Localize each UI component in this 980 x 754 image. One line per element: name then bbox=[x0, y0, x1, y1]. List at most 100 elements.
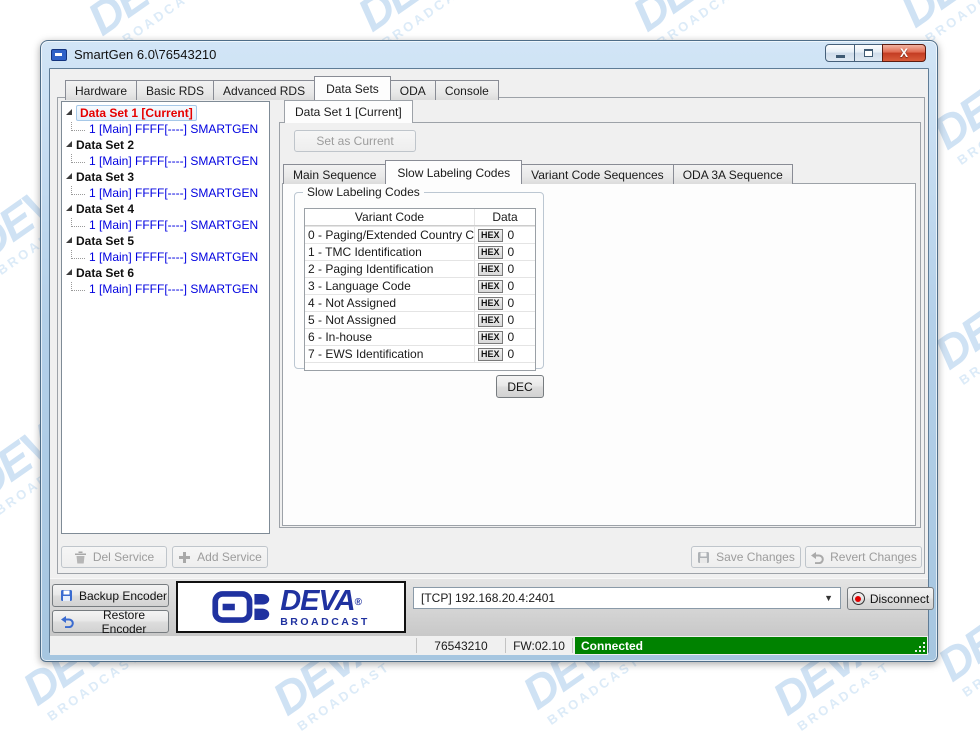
tab-oda-3a-sequence[interactable]: ODA 3A Sequence bbox=[673, 164, 793, 184]
tab-oda[interactable]: ODA bbox=[390, 80, 436, 100]
del-service-button[interactable]: Del Service bbox=[61, 546, 167, 568]
tab-slow-labeling-codes[interactable]: Slow Labeling Codes bbox=[385, 160, 522, 184]
data-value[interactable]: 0 bbox=[508, 245, 515, 259]
tab-hardware[interactable]: Hardware bbox=[65, 80, 137, 100]
tree-expander-icon[interactable] bbox=[66, 109, 72, 115]
tab-console[interactable]: Console bbox=[435, 80, 499, 100]
tree-item-dataset-6[interactable]: Data Set 6 bbox=[62, 265, 269, 281]
hex-toggle-button[interactable]: HEX bbox=[478, 229, 503, 242]
tree-item-service[interactable]: 1 [Main] FFFF[----] SMARTGEN bbox=[62, 153, 269, 169]
variant-code-header: Variant Code bbox=[305, 209, 475, 225]
del-service-label: Del Service bbox=[93, 550, 154, 564]
data-value[interactable]: 0 bbox=[508, 279, 515, 293]
maximize-button[interactable] bbox=[854, 44, 883, 62]
sequence-tab-strip: Main Sequence Slow Labeling Codes Varian… bbox=[284, 160, 793, 184]
tree-item-service[interactable]: 1 [Main] FFFF[----] SMARTGEN bbox=[62, 249, 269, 265]
disconnect-button[interactable]: Disconnect bbox=[847, 587, 934, 610]
tree-item-service[interactable]: 1 [Main] FFFF[----] SMARTGEN bbox=[62, 281, 269, 297]
connection-select[interactable]: [TCP] 192.168.20.4:2401 ▼ bbox=[413, 587, 841, 609]
client-area: Hardware Basic RDS Advanced RDS Data Set… bbox=[49, 68, 929, 653]
restore-encoder-button[interactable]: Restore Encoder bbox=[52, 610, 169, 633]
tab-advanced-rds[interactable]: Advanced RDS bbox=[213, 80, 315, 100]
tree-item-dataset-5[interactable]: Data Set 5 bbox=[62, 233, 269, 249]
table-header-row: Variant Code Data bbox=[305, 209, 535, 226]
hex-toggle-button[interactable]: HEX bbox=[478, 246, 503, 259]
table-row: 5 - Not Assigned HEX 0 bbox=[305, 311, 535, 328]
tree-item-service[interactable]: 1 [Main] FFFF[----] SMARTGEN bbox=[62, 217, 269, 233]
slow-labeling-page: Slow Labeling Codes Variant Code Data 0 … bbox=[282, 183, 916, 526]
tab-main-sequence[interactable]: Main Sequence bbox=[283, 164, 386, 184]
logo-deva-text: DEVA bbox=[280, 585, 354, 617]
table-row: 6 - In-house HEX 0 bbox=[305, 328, 535, 345]
data-cell: HEX 0 bbox=[475, 346, 535, 362]
set-as-current-button[interactable]: Set as Current bbox=[294, 130, 416, 152]
minimize-button[interactable] bbox=[825, 44, 855, 62]
hex-toggle-button[interactable]: HEX bbox=[478, 348, 503, 361]
tree-item-service[interactable]: 1 [Main] FFFF[----] SMARTGEN bbox=[62, 185, 269, 201]
add-service-button[interactable]: Add Service bbox=[172, 546, 268, 568]
tree-expander-icon[interactable] bbox=[66, 173, 72, 179]
dataset-tree[interactable]: Data Set 1 [Current] 1 [Main] FFFF[----]… bbox=[61, 101, 270, 534]
bottom-bar: Backup Encoder Restore Encoder DEVA® BRO… bbox=[50, 578, 928, 636]
add-service-label: Add Service bbox=[197, 550, 262, 564]
data-value[interactable]: 0 bbox=[508, 296, 515, 310]
tree-expander-icon[interactable] bbox=[66, 269, 72, 275]
logo-broadcast-text: BROADCAST bbox=[280, 617, 370, 628]
tree-item-dataset-4[interactable]: Data Set 4 bbox=[62, 201, 269, 217]
table-row: 1 - TMC Identification HEX 0 bbox=[305, 243, 535, 260]
hex-toggle-button[interactable]: HEX bbox=[478, 297, 503, 310]
slow-labeling-table: Variant Code Data 0 - Paging/Extended Co… bbox=[304, 208, 536, 371]
tree-item-dataset-3[interactable]: Data Set 3 bbox=[62, 169, 269, 185]
device-id: 76543210 bbox=[417, 636, 505, 655]
logo-text: DEVA® BROADCAST bbox=[280, 587, 370, 628]
tree-item-label: 1 [Main] FFFF[----] SMARTGEN bbox=[89, 154, 258, 168]
data-cell: HEX 0 bbox=[475, 227, 535, 243]
variant-code-cell: 7 - EWS Identification bbox=[305, 346, 475, 362]
hex-toggle-button[interactable]: HEX bbox=[478, 314, 503, 327]
data-value[interactable]: 0 bbox=[508, 262, 515, 276]
app-window: SmartGen 6.0\76543210 X Hardware Basic R… bbox=[40, 40, 938, 662]
tree-expander-icon[interactable] bbox=[66, 141, 72, 147]
data-value[interactable]: 0 bbox=[508, 313, 515, 327]
maximize-icon bbox=[864, 49, 873, 57]
hex-toggle-button[interactable]: HEX bbox=[478, 331, 503, 344]
titlebar[interactable]: SmartGen 6.0\76543210 bbox=[41, 41, 937, 68]
tree-item-label: 1 [Main] FFFF[----] SMARTGEN bbox=[89, 186, 258, 200]
hex-toggle-button[interactable]: HEX bbox=[478, 263, 503, 276]
plus-icon bbox=[178, 551, 191, 564]
data-value[interactable]: 0 bbox=[508, 228, 515, 242]
disconnect-label: Disconnect bbox=[870, 592, 929, 606]
data-value[interactable]: 0 bbox=[508, 347, 515, 361]
statusbar-divider bbox=[572, 638, 573, 653]
table-row: 4 - Not Assigned HEX 0 bbox=[305, 294, 535, 311]
tree-expander-icon[interactable] bbox=[66, 237, 72, 243]
firmware-version: FW:02.10 bbox=[506, 636, 572, 655]
tree-item-label: 1 [Main] FFFF[----] SMARTGEN bbox=[89, 122, 258, 136]
backup-encoder-button[interactable]: Backup Encoder bbox=[52, 584, 169, 607]
variant-code-cell: 4 - Not Assigned bbox=[305, 295, 475, 311]
data-cell: HEX 0 bbox=[475, 295, 535, 311]
revert-changes-button[interactable]: Revert Changes bbox=[805, 546, 922, 568]
tree-expander-icon[interactable] bbox=[66, 205, 72, 211]
dec-button[interactable]: DEC bbox=[496, 375, 544, 398]
close-button[interactable]: X bbox=[882, 44, 926, 62]
minimize-icon bbox=[836, 55, 845, 58]
variant-code-cell: 2 - Paging Identification bbox=[305, 261, 475, 277]
save-changes-button[interactable]: Save Changes bbox=[691, 546, 801, 568]
tree-item-label: 1 [Main] FFFF[----] SMARTGEN bbox=[89, 282, 258, 296]
tree-item-label: Data Set 4 bbox=[76, 202, 134, 216]
tree-item-service[interactable]: 1 [Main] FFFF[----] SMARTGEN bbox=[62, 121, 269, 137]
data-sets-page: Data Set 1 [Current] 1 [Main] FFFF[----]… bbox=[57, 97, 925, 574]
resize-grip[interactable] bbox=[916, 643, 925, 652]
data-value[interactable]: 0 bbox=[508, 330, 515, 344]
tree-item-dataset-2[interactable]: Data Set 2 bbox=[62, 137, 269, 153]
tab-dataset-current[interactable]: Data Set 1 [Current] bbox=[284, 100, 413, 123]
table-row: 7 - EWS Identification HEX 0 bbox=[305, 345, 535, 362]
tab-basic-rds[interactable]: Basic RDS bbox=[136, 80, 214, 100]
backup-save-icon bbox=[60, 589, 73, 602]
tab-data-sets[interactable]: Data Sets bbox=[314, 76, 391, 100]
backup-encoder-label: Backup Encoder bbox=[79, 589, 167, 603]
hex-toggle-button[interactable]: HEX bbox=[478, 280, 503, 293]
tree-item-dataset-1[interactable]: Data Set 1 [Current] bbox=[62, 105, 269, 121]
tab-variant-code-sequences[interactable]: Variant Code Sequences bbox=[521, 164, 674, 184]
